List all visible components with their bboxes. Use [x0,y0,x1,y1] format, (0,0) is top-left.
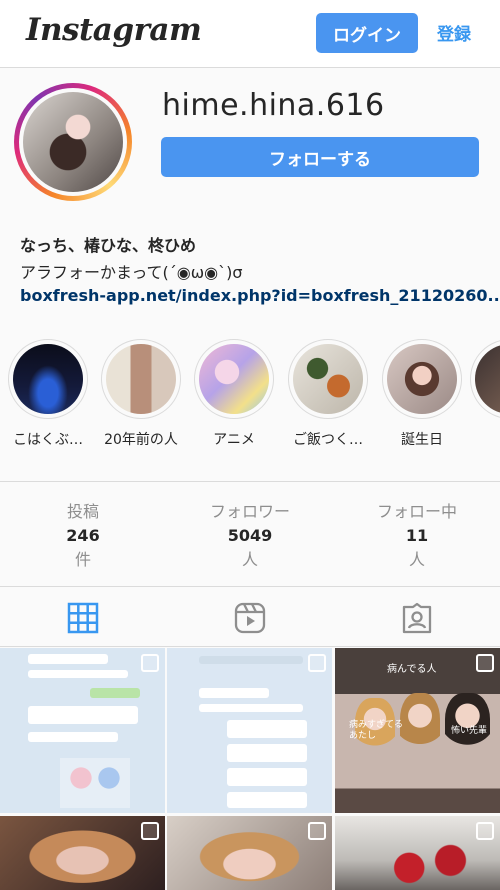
highlight-item[interactable]: アニメ [189,339,279,449]
post-thumbnail[interactable] [167,816,332,890]
highlight-item[interactable]: こはくぶ… [3,339,93,449]
highlight-cover [293,344,363,414]
post-thumbnail[interactable] [335,816,500,890]
highlight-item[interactable]: 誕生日 [377,339,467,449]
stat-value: 246 [66,526,100,545]
profile-stats: 投稿 246 件 フォロワー 5049 人 フォロー中 11 人 [0,481,500,587]
bio-link[interactable]: boxfresh-app.net/index.php?id=boxfresh_2… [20,286,500,305]
multiple-posts-icon [476,654,494,672]
username: hime.hina.616 [162,88,385,123]
reels-icon [234,602,266,634]
follow-button[interactable]: フォローする [161,137,479,177]
highlight-label: こはくぶ… [13,432,83,448]
tab-tagged[interactable] [401,602,433,634]
register-link[interactable]: 登録 [437,20,471,45]
avatar[interactable] [14,83,132,201]
profile-section: hime.hina.616 フォローする なっち、椿ひな、柊ひめ アラフォーかま… [0,69,500,481]
tab-posts[interactable] [67,602,99,634]
highlight-label: 誕生日 [401,432,443,448]
stat-value: 5049 [227,526,273,545]
stat-unit: 件 [74,550,91,569]
highlight-cover [475,344,500,414]
multiple-posts-icon [308,654,326,672]
following-stat[interactable]: フォロー中 11 人 [334,500,500,572]
stat-unit: 人 [241,550,258,569]
post-caption: 病んでる人 [387,664,437,675]
multiple-posts-icon [476,822,494,840]
post-thumbnail[interactable]: 病んでる人 怖い先輩 病みすぎてる あたし [335,648,500,813]
stat-value: 11 [405,526,429,545]
posts-grid: 病んでる人 怖い先輩 病みすぎてる あたし [0,648,500,890]
highlight-item[interactable]: 20年前の人 [96,339,186,449]
top-bar: Instagram ログイン 登録 [0,0,500,68]
highlight-label: ご飯つく… [293,432,363,448]
post-caption: 病みすぎてる あたし [349,720,404,741]
story-highlights: こはくぶ… 20年前の人 アニメ ご飯つく… 誕生日 [0,339,500,451]
post-caption: 怖い先輩 [451,726,488,736]
highlight-item[interactable]: ご飯つく… [283,339,373,449]
bio-text: アラフォーかまって(´◉ω◉`)σ [20,263,243,282]
multiple-posts-icon [141,654,159,672]
highlight-cover [199,344,269,414]
tagged-icon [402,602,432,634]
multiple-posts-icon [308,822,326,840]
highlight-cover [106,344,176,414]
display-name: なっち、椿ひな、柊ひめ [20,236,197,255]
highlight-cover [387,344,457,414]
profile-tabs [0,587,500,647]
tab-reels[interactable] [234,602,266,634]
posts-stat[interactable]: 投稿 246 件 [0,500,166,572]
stat-label: フォロワー [209,502,290,521]
post-thumbnail[interactable] [167,648,332,813]
login-button[interactable]: ログイン [316,13,418,53]
avatar-image [23,92,123,192]
stat-unit: 人 [408,550,425,569]
post-thumbnail[interactable] [0,648,165,813]
highlight-cover [13,344,83,414]
post-thumbnail[interactable] [0,816,165,890]
highlight-label: アニメ [213,432,255,448]
multiple-posts-icon [141,822,159,840]
stat-label: 投稿 [66,502,99,521]
instagram-logo[interactable]: Instagram [26,12,202,48]
highlight-item[interactable] [470,339,500,429]
highlight-label: 20年前の人 [104,432,178,448]
grid-icon [67,602,99,634]
stat-label: フォロー中 [376,502,457,521]
followers-stat[interactable]: フォロワー 5049 人 [167,500,333,572]
